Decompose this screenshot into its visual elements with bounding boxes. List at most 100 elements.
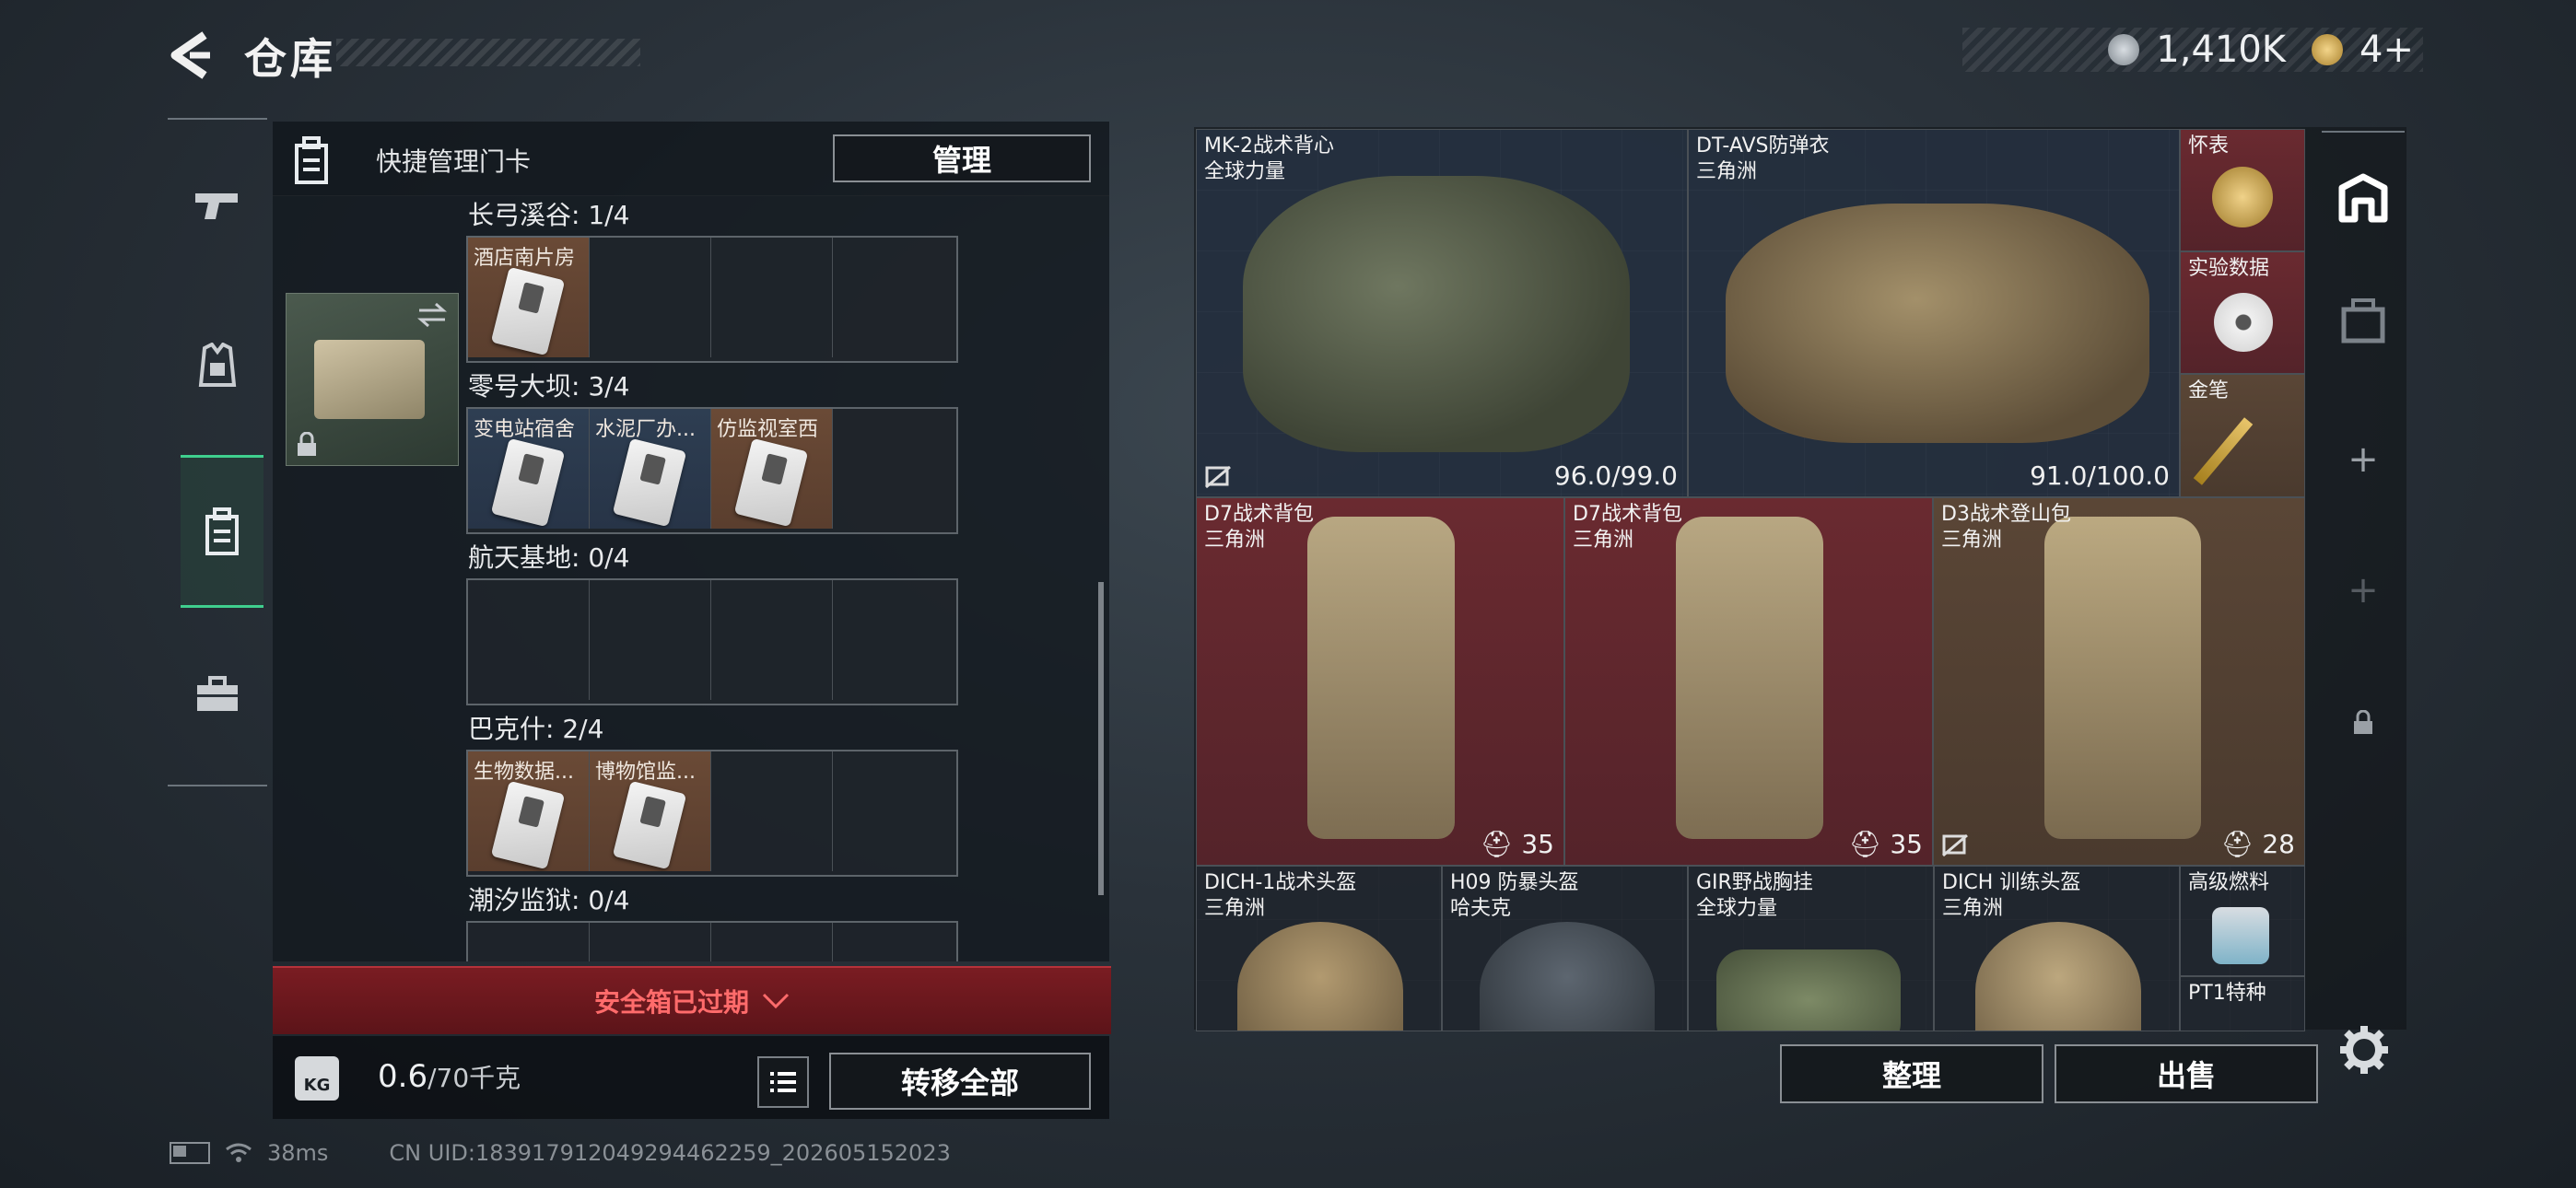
list-icon bbox=[770, 1072, 796, 1092]
backpack-image bbox=[1307, 517, 1455, 839]
pocket-watch-image bbox=[2212, 167, 2273, 227]
durability: 96.0/99.0 bbox=[1553, 460, 1678, 491]
keycard-slot[interactable]: 生物数据... bbox=[468, 751, 590, 871]
keycard-label: 博物馆监... bbox=[595, 761, 696, 784]
keycard-grid: 生物数据... 博物馆监... bbox=[466, 750, 958, 877]
keycard-slot[interactable]: 变电站宿舍 bbox=[468, 409, 590, 529]
keycard-grid: 酒店南片房 bbox=[466, 236, 958, 363]
empty-slot[interactable] bbox=[468, 580, 590, 700]
manage-button[interactable]: 管理 bbox=[833, 134, 1091, 182]
add-page-icon[interactable]: + bbox=[2331, 427, 2395, 492]
keycard-list[interactable]: 长弓溪谷: 1/4 酒店南片房 零号大坝: 3/4 变电站宿舍 水泥厂办... … bbox=[273, 195, 1109, 961]
stash-page-main[interactable] bbox=[2331, 168, 2395, 232]
empty-slot[interactable] bbox=[590, 923, 711, 961]
stash-item[interactable]: DICH-1战术头盔 三角洲 bbox=[1196, 866, 1442, 1031]
gold-coin-icon bbox=[2312, 34, 2344, 65]
weight-unit: /70千克 bbox=[427, 1063, 521, 1093]
item-name: DICH 训练头盔 三角洲 bbox=[1942, 871, 2081, 920]
scrollbar[interactable] bbox=[1098, 582, 1104, 895]
nav-weapons[interactable] bbox=[179, 166, 256, 243]
stash-item[interactable]: 怀表 bbox=[2180, 129, 2305, 251]
stash-item[interactable]: DICH 训练头盔 三角洲 bbox=[1934, 866, 2180, 1031]
keycard-grid bbox=[466, 578, 958, 705]
backpack-image bbox=[1676, 517, 1823, 839]
chevron-down-icon bbox=[762, 993, 790, 1009]
section-label: 巴克什: 2/4 bbox=[468, 714, 604, 744]
settings-button[interactable] bbox=[2338, 1024, 2390, 1079]
stash-item[interactable]: 金笔 bbox=[2180, 374, 2305, 497]
stash-item[interactable]: 高级燃料 bbox=[2180, 866, 2305, 976]
empty-slot[interactable] bbox=[468, 923, 590, 961]
sort-button[interactable]: 整理 bbox=[1780, 1044, 2043, 1103]
keycard-image bbox=[490, 266, 566, 356]
stash-item[interactable]: 实验数据 bbox=[2180, 251, 2305, 374]
empty-slot[interactable] bbox=[833, 923, 954, 961]
nav-armor[interactable] bbox=[179, 328, 256, 405]
lock-icon bbox=[298, 432, 316, 456]
transfer-all-button[interactable]: 转移全部 bbox=[829, 1053, 1091, 1110]
keycard-label: 酒店南片房 bbox=[474, 247, 576, 270]
gear-icon bbox=[2340, 1026, 2388, 1074]
currency-gold[interactable]: 4+ bbox=[2359, 29, 2414, 71]
panel-footer: KG 0.6/70千克 转移全部 bbox=[273, 1036, 1109, 1119]
empty-slot[interactable] bbox=[711, 238, 833, 357]
empty-slot[interactable] bbox=[711, 751, 833, 871]
swap-icon[interactable] bbox=[416, 301, 449, 329]
empty-slot[interactable] bbox=[711, 580, 833, 700]
stash-panel: MK-2战术背心 全球力量 96.0/99.0 DT-AVS防弹衣 三角洲 91.0… bbox=[1194, 127, 2406, 1031]
keycard-slot[interactable]: 水泥厂办... bbox=[590, 409, 711, 529]
capacity: ⛑ 28 bbox=[2220, 829, 2295, 859]
empty-slot[interactable] bbox=[833, 409, 954, 529]
container-icon bbox=[2341, 298, 2385, 344]
empty-slot[interactable] bbox=[590, 580, 711, 700]
stash-item[interactable]: DT-AVS防弹衣 三角洲 91.0/100.0 bbox=[1688, 129, 2180, 497]
stash-page-2[interactable] bbox=[2331, 289, 2395, 354]
keycard-label: 仿监视室西 bbox=[717, 418, 819, 441]
stash-item[interactable]: D7战术背包 三角洲 ⛑ 35 bbox=[1564, 497, 1933, 866]
section-label: 潮汐监狱: 0/4 bbox=[468, 885, 630, 915]
empty-slot[interactable] bbox=[711, 923, 833, 961]
item-name: D7战术背包 三角洲 bbox=[1573, 503, 1682, 552]
keycard-label: 生物数据... bbox=[474, 761, 574, 784]
keycard-slot[interactable]: 博物馆监... bbox=[590, 751, 711, 871]
stash-grid[interactable]: MK-2战术背心 全球力量 96.0/99.0 DT-AVS防弹衣 三角洲 91.0… bbox=[1196, 129, 2305, 1031]
stash-item[interactable]: H09 防暴头盔 哈夫克 bbox=[1442, 866, 1688, 1031]
empty-slot[interactable] bbox=[590, 238, 711, 357]
item-name: D7战术背包 三角洲 bbox=[1204, 503, 1314, 552]
stash-item[interactable]: PT1特种 bbox=[2180, 976, 2305, 1031]
helmet-image bbox=[1975, 922, 2141, 1031]
keycard-slot[interactable]: 仿监视室西 bbox=[711, 409, 833, 529]
stash-item[interactable]: D7战术背包 三角洲 ⛑ 35 bbox=[1196, 497, 1564, 866]
vest-image bbox=[1726, 204, 2149, 443]
wifi-icon bbox=[226, 1143, 252, 1162]
keycard-case-slot[interactable] bbox=[286, 293, 459, 466]
uid-text: CN UID:18391791204929446225​9_2026051520… bbox=[389, 1140, 951, 1166]
capacity: ⛑ 35 bbox=[1480, 829, 1554, 859]
back-arrow-icon bbox=[170, 31, 210, 79]
panel-title: 快捷管理门卡 bbox=[376, 146, 532, 177]
stash-item[interactable]: MK-2战术背心 全球力量 96.0/99.0 bbox=[1196, 129, 1688, 497]
add-page-icon[interactable]: + bbox=[2331, 558, 2395, 623]
empty-slot[interactable] bbox=[833, 580, 954, 700]
stash-item[interactable]: D3战术登山包 三角洲 ⛑ 28 bbox=[1933, 497, 2305, 866]
nav-toolbox[interactable] bbox=[179, 656, 256, 733]
gold-pen-image bbox=[2193, 417, 2254, 485]
battery-icon bbox=[170, 1142, 210, 1164]
item-name: 高级燃料 bbox=[2188, 871, 2270, 894]
left-nav bbox=[168, 118, 267, 786]
title-stripe bbox=[336, 39, 640, 66]
weight-readout: 0.6/70千克 bbox=[378, 1058, 521, 1095]
item-name: 金笔 bbox=[2188, 379, 2230, 402]
back-button[interactable] bbox=[166, 28, 221, 83]
empty-slot[interactable] bbox=[833, 238, 954, 357]
chest-rig-image bbox=[1716, 949, 1901, 1031]
empty-slot[interactable] bbox=[833, 751, 954, 871]
locked-page[interactable] bbox=[2331, 691, 2395, 755]
keycard-slot[interactable]: 酒店南片房 bbox=[468, 238, 590, 357]
expired-banner[interactable]: 安全箱已过期 bbox=[273, 966, 1111, 1034]
sell-button[interactable]: 出售 bbox=[2055, 1044, 2318, 1103]
keycard-image bbox=[733, 437, 809, 528]
list-view-button[interactable] bbox=[757, 1056, 809, 1108]
nav-keycard-case[interactable] bbox=[181, 455, 263, 608]
stash-item[interactable]: GIR野战胸挂 全球力量 bbox=[1688, 866, 1934, 1031]
